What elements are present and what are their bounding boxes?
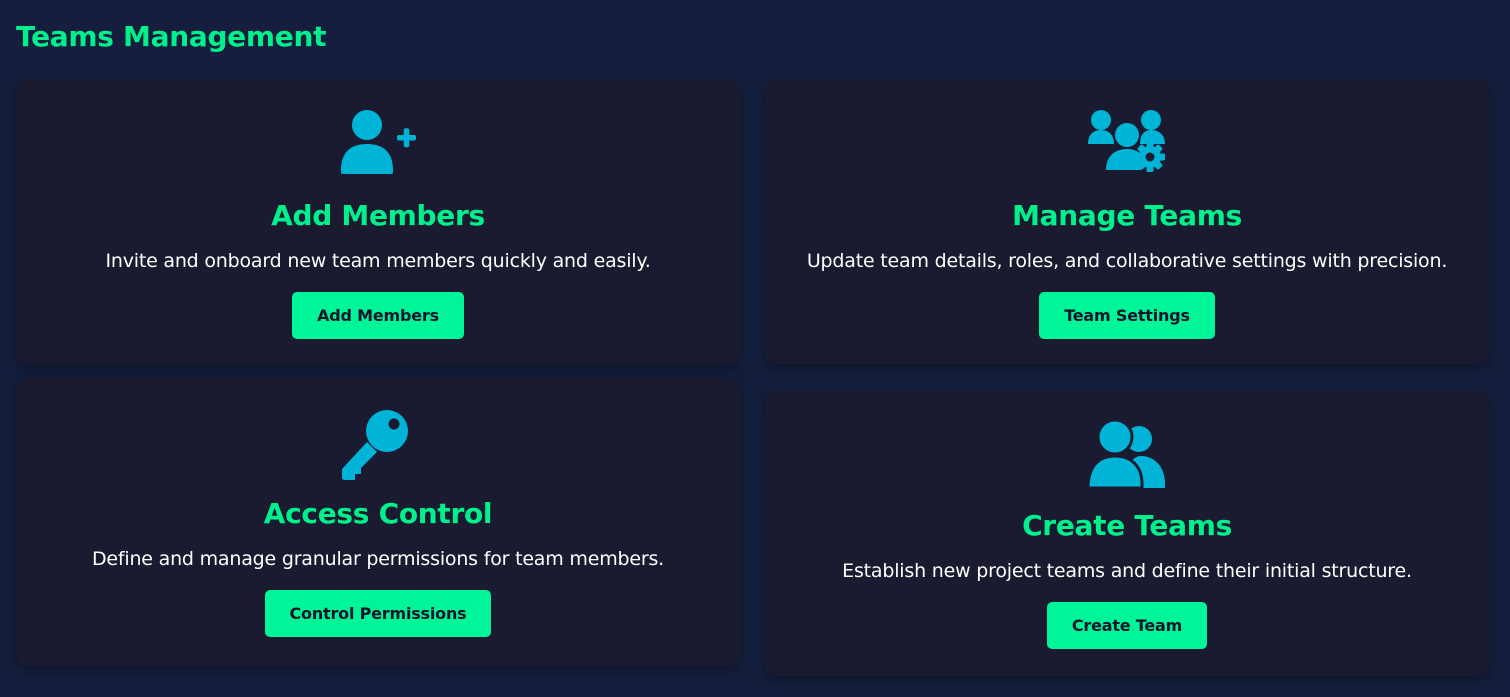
create-teams-title: Create Teams [1022,509,1232,542]
team-settings-button[interactable]: Team Settings [1039,292,1215,339]
add-members-card: Add Members Invite and onboard new team … [16,80,740,364]
user-plus-icon [339,108,417,186]
add-members-description: Invite and onboard new team members quic… [105,250,651,272]
user-group-icon [1088,418,1166,496]
create-teams-card: Create Teams Establish new project teams… [765,390,1489,676]
access-control-description: Define and manage granular permissions f… [91,548,665,570]
users-gear-icon [1088,108,1166,186]
manage-teams-title: Manage Teams [1012,199,1242,232]
page-title: Teams Management [16,20,327,53]
add-members-title: Add Members [271,199,485,232]
add-members-button[interactable]: Add Members [292,292,464,339]
manage-teams-description: Update team details, roles, and collabor… [806,250,1448,272]
manage-teams-card: Manage Teams Update team details, roles,… [765,80,1489,364]
access-control-title: Access Control [263,497,493,530]
create-team-button[interactable]: Create Team [1046,602,1208,649]
teams-management-page: Teams Management Add Members Invite and … [0,0,1510,697]
create-teams-description: Establish new project teams and define t… [842,560,1412,582]
control-permissions-button[interactable]: Control Permissions [264,590,492,637]
key-icon [339,406,417,484]
access-control-card: Access Control Define and manage granula… [16,378,740,666]
